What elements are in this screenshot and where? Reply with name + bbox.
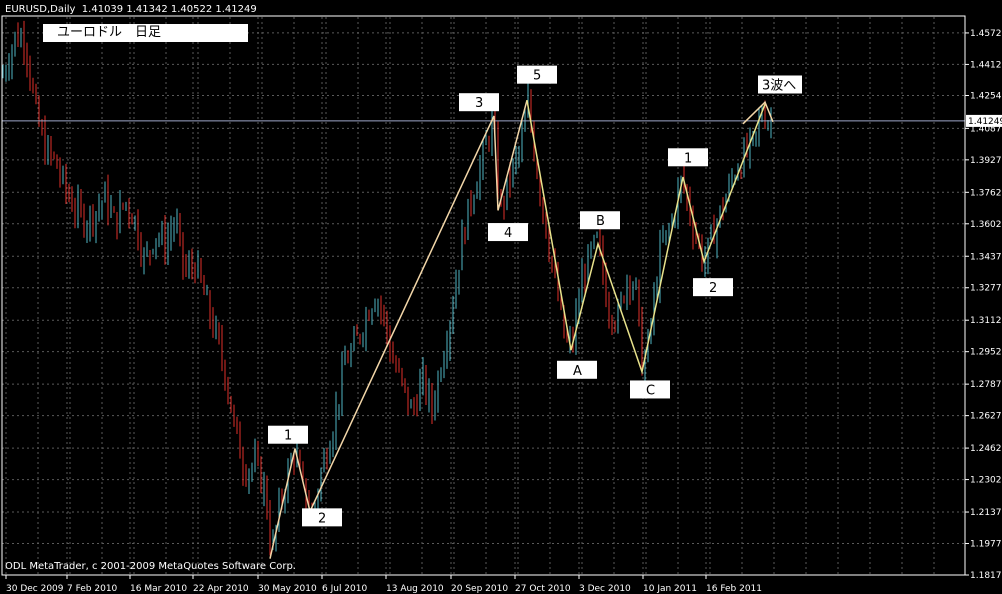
y-tick-label: 1.23020 bbox=[970, 476, 1002, 486]
y-tick-label: 1.37620 bbox=[970, 188, 1002, 198]
wave-line bbox=[526, 100, 766, 375]
x-tick-label: 16 Feb 2011 bbox=[706, 584, 762, 594]
y-axis-ticks: 1.45720 1.44120 1.42540 1.40870 1.39270 1.376… bbox=[965, 29, 1002, 581]
x-tick-label: 3 Dec 2010 bbox=[579, 584, 631, 594]
wave-label: B bbox=[596, 214, 605, 229]
wave-label: C bbox=[646, 383, 655, 398]
copyright-label: ODL MetaTrader, c 2001-2009 MetaQuotes S… bbox=[5, 561, 296, 572]
x-tick-label: 13 Aug 2010 bbox=[386, 584, 444, 594]
x-tick-label: 16 Mar 2010 bbox=[130, 584, 187, 594]
y-tick-label: 1.21370 bbox=[970, 508, 1002, 518]
wave-label: 1 bbox=[284, 429, 292, 444]
wave-line bbox=[269, 100, 528, 559]
chart-header: EURUSD,Daily 1.41039 1.41342 1.40522 1.4… bbox=[5, 4, 257, 15]
y-tick-label: 1.24620 bbox=[970, 444, 1002, 454]
x-tick-label: 6 Jul 2010 bbox=[322, 584, 367, 594]
x-tick-label: 22 Apr 2010 bbox=[193, 584, 249, 594]
elliott-wave-lines bbox=[269, 100, 774, 559]
wave-label: 5 bbox=[533, 69, 541, 84]
y-tick-label: 1.40870 bbox=[970, 124, 1002, 134]
y-tick-label: 1.19770 bbox=[970, 540, 1002, 550]
current-price-line: 1.41249 bbox=[2, 114, 1002, 127]
y-tick-label: 1.45720 bbox=[970, 29, 1002, 39]
wave-label: 2 bbox=[709, 281, 717, 296]
x-axis-ticks: 30 Dec 2009 7 Feb 2010 16 Mar 2010 22 Apr 2… bbox=[5, 575, 762, 594]
y-tick-label: 1.34370 bbox=[970, 252, 1002, 262]
symbol-label: EURUSD,Daily bbox=[5, 4, 76, 15]
wave-label: 2 bbox=[318, 511, 326, 526]
x-tick-label: 27 Oct 2010 bbox=[515, 584, 571, 594]
y-tick-label: 1.18170 bbox=[970, 571, 1002, 581]
x-tick-label: 10 Jan 2011 bbox=[643, 584, 697, 594]
x-tick-label: 7 Feb 2010 bbox=[67, 584, 118, 594]
x-tick-label: 30 May 2010 bbox=[258, 584, 317, 594]
wave-label: 1 bbox=[684, 151, 692, 166]
y-tick-label: 1.26270 bbox=[970, 412, 1002, 422]
x-tick-label: 20 Sep 2010 bbox=[451, 584, 508, 594]
y-tick-label: 1.39270 bbox=[970, 156, 1002, 166]
chart-title-box: ユーロドル 日足 bbox=[43, 24, 248, 42]
wave-label: 4 bbox=[504, 226, 512, 241]
y-tick-label: 1.31120 bbox=[970, 316, 1002, 326]
y-tick-label: 1.44120 bbox=[970, 60, 1002, 70]
x-tick-label: 30 Dec 2009 bbox=[6, 584, 64, 594]
y-tick-label: 1.42540 bbox=[970, 92, 1002, 102]
y-tick-label: 1.36020 bbox=[970, 220, 1002, 230]
wave-label: A bbox=[573, 364, 582, 379]
wave-annotations: 1 2 3 4 5 A B C 1 2 3波へ bbox=[268, 65, 802, 527]
wave-label: 3 bbox=[475, 96, 483, 111]
y-tick-label: 1.32770 bbox=[970, 284, 1002, 294]
y-tick-label: 1.27870 bbox=[970, 380, 1002, 390]
wave-label: 3波へ bbox=[762, 78, 796, 93]
y-tick-label: 1.29520 bbox=[970, 348, 1002, 358]
price-chart[interactable]: 1.41249 1 2 3 4 5 A B C 1 2 3波へ 1.45720 1.44120 1.42… bbox=[0, 0, 1002, 594]
ohlc-values: 1.41039 1.41342 1.40522 1.41249 bbox=[81, 4, 257, 15]
